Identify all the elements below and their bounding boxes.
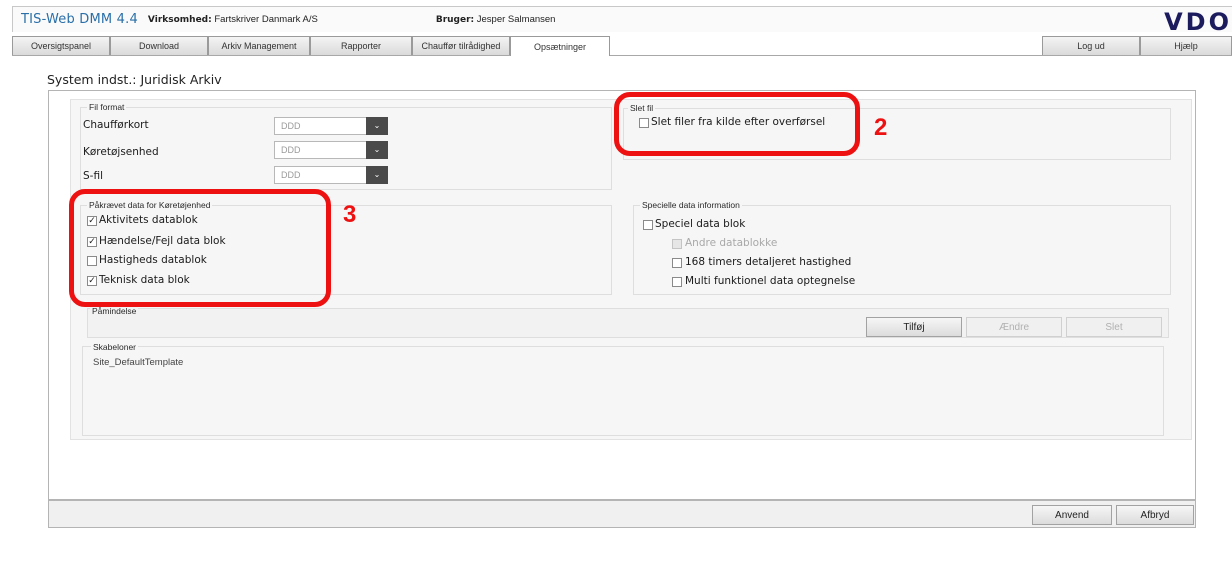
logout-tab[interactable]: Log ud [1042,36,1140,55]
afbryd-button[interactable]: Afbryd [1116,505,1194,525]
slet-button: Slet [1066,317,1162,337]
tab-rapporter[interactable]: Rapporter [310,36,412,55]
title-bar: TIS-Web DMM 4.4 Virksomhed: Fartskriver … [12,6,1232,36]
168-timers-label: 168 timers detaljeret hastighed [685,256,852,268]
company-info: Virksomhed: Fartskriver Danmark A/S [148,14,318,25]
tab-arkiv-management[interactable]: Arkiv Management [208,36,310,55]
skabeloner-legend: Skabeloner [91,342,139,352]
page-title: System indst.: Juridisk Arkiv [47,72,222,87]
s-fil-value: DDD [281,170,301,180]
skabeloner-fieldset: Skabeloner [82,342,1164,436]
speciel-data-label: Speciel data blok [655,218,746,230]
chevron-down-icon[interactable]: ⌄ [366,117,388,135]
tab-opsaetninger[interactable]: Opsætninger [510,36,610,56]
user-info: Bruger: Jesper Salmansen [436,14,556,25]
help-tab[interactable]: Hjælp [1140,36,1232,55]
highlight-box-3 [69,189,331,307]
multi-funktionel-checkbox[interactable] [672,277,682,287]
koretojsenhed-label: Køretøjsenhed [83,146,159,158]
s-fil-label: S-fil [83,170,103,182]
andre-datablokke-label: Andre datablokke [685,237,778,249]
chaufforkort-select[interactable]: DDD ⌄ [274,117,388,135]
aendre-button: Ændre [966,317,1062,337]
koretojsenhed-select[interactable]: DDD ⌄ [274,141,388,159]
anvend-button[interactable]: Anvend [1032,505,1112,525]
company-value: Fartskriver Danmark A/S [214,14,318,25]
koretojsenhed-value: DDD [281,145,301,155]
paamindelse-legend: Påmindelse [90,306,139,316]
app-title: TIS-Web DMM 4.4 [21,12,138,27]
multi-funktionel-label: Multi funktionel data optegnelse [685,275,856,287]
tab-download[interactable]: Download [110,36,208,55]
company-label: Virksomhed: [147,15,212,25]
specielle-legend: Specielle data information [640,200,742,210]
s-fil-select[interactable]: DDD ⌄ [274,166,388,184]
chaufforkort-label: Chaufførkort [83,119,149,131]
fil-format-legend: Fil format [87,102,127,112]
tab-chauffor-tilradighed[interactable]: Chauffør tilrådighed [412,36,510,55]
chaufforkort-value: DDD [281,121,301,131]
speciel-data-checkbox[interactable] [643,220,653,230]
annotation-number-3: 3 [343,201,357,228]
footer-bar [48,500,1196,528]
main-tab-bar: Oversigtspanel Download Arkiv Management… [12,36,1232,56]
annotation-number-2: 2 [874,114,888,141]
vdo-logo: VDO [1164,8,1232,36]
chevron-down-icon[interactable]: ⌄ [366,141,388,159]
tab-oversigtspanel[interactable]: Oversigtspanel [12,36,110,55]
user-label: Bruger: [435,15,475,25]
andre-datablokke-checkbox [672,239,682,249]
chevron-down-icon[interactable]: ⌄ [366,166,388,184]
highlight-box-2 [614,92,860,156]
tilfoj-button[interactable]: Tilføj [866,317,962,337]
user-value: Jesper Salmansen [476,14,556,25]
template-list-item[interactable]: Site_DefaultTemplate [93,357,183,368]
168-timers-checkbox[interactable] [672,258,682,268]
